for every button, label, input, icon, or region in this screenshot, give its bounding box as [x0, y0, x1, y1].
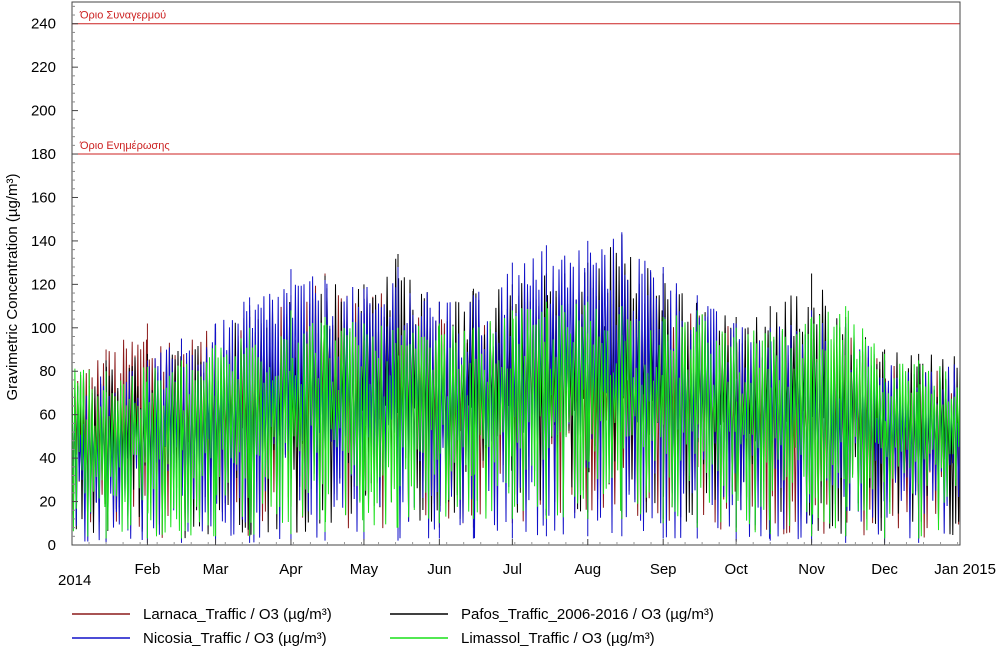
- legend-label-nicosia: Nicosia_Traffic / O3 (µg/m³): [143, 630, 327, 647]
- reference-label-240: Όριο Συναγερμού: [79, 10, 166, 22]
- x-tick-label-Aug: Aug: [574, 561, 601, 578]
- y-tick-label-40: 40: [39, 450, 56, 467]
- x-tick-label-Mar: Mar: [203, 561, 229, 578]
- x-tick-label-Dec: Dec: [871, 561, 898, 578]
- x-tick-label-May: May: [350, 561, 379, 578]
- y-tick-label-140: 140: [31, 233, 56, 250]
- legend-item-nicosia: Nicosia_Traffic / O3 (µg/m³): [72, 630, 327, 647]
- year-label: 2014: [58, 572, 91, 589]
- y-tick-label-20: 20: [39, 494, 56, 511]
- legend-item-larnaca: Larnaca_Traffic / O3 (µg/m³): [72, 606, 332, 623]
- x-tick-label-Oct: Oct: [725, 561, 749, 578]
- reference-label-180: Όριο Ενημέρωσης: [79, 140, 170, 152]
- legend: Larnaca_Traffic / O3 (µg/m³) Pafos_Traff…: [72, 606, 714, 647]
- y-axis-title: Gravimetric Concentration (µg/m³): [4, 173, 21, 400]
- x-tick-label-Jun: Jun: [427, 561, 451, 578]
- y-tick-label-80: 80: [39, 363, 56, 380]
- ozone-chart: Όριο Συναγερμού Όριο Ενημέρωσης 0 20 40 60 80…: [4, 1, 996, 647]
- x-tick-label-Nov: Nov: [798, 561, 825, 578]
- x-tick-label-Jul: Jul: [503, 561, 522, 578]
- y-tick-label-160: 160: [31, 189, 56, 206]
- x-tick-label-Feb: Feb: [134, 561, 160, 578]
- legend-label-pafos: Pafos_Traffic_2006-2016 / O3 (µg/m³): [461, 606, 714, 623]
- legend-label-larnaca: Larnaca_Traffic / O3 (µg/m³): [143, 606, 332, 623]
- y-tick-label-180: 180: [31, 146, 56, 163]
- legend-item-limassol: Limassol_Traffic / O3 (µg/m³): [390, 630, 655, 647]
- y-tick-label-100: 100: [31, 320, 56, 337]
- x-tick-label-Sep: Sep: [650, 561, 677, 578]
- x-tick-label-Jan 2015: Jan 2015: [934, 561, 996, 578]
- y-tick-label-240: 240: [31, 16, 56, 33]
- y-tick-label-60: 60: [39, 407, 56, 424]
- y-tick-label-120: 120: [31, 276, 56, 293]
- legend-item-pafos: Pafos_Traffic_2006-2016 / O3 (µg/m³): [390, 606, 714, 623]
- x-tick-label-Apr: Apr: [279, 561, 302, 578]
- y-tick-label-220: 220: [31, 59, 56, 76]
- y-tick-label-0: 0: [48, 537, 56, 554]
- y-tick-label-200: 200: [31, 103, 56, 120]
- y-axis: 0 20 40 60 80 100 120 140 160 180 200 220 240: [31, 5, 78, 554]
- legend-label-limassol: Limassol_Traffic / O3 (µg/m³): [461, 630, 655, 647]
- series-layer: [71, 232, 961, 543]
- reference-lines: Όριο Συναγερμού Όριο Ενημέρωσης: [72, 10, 960, 155]
